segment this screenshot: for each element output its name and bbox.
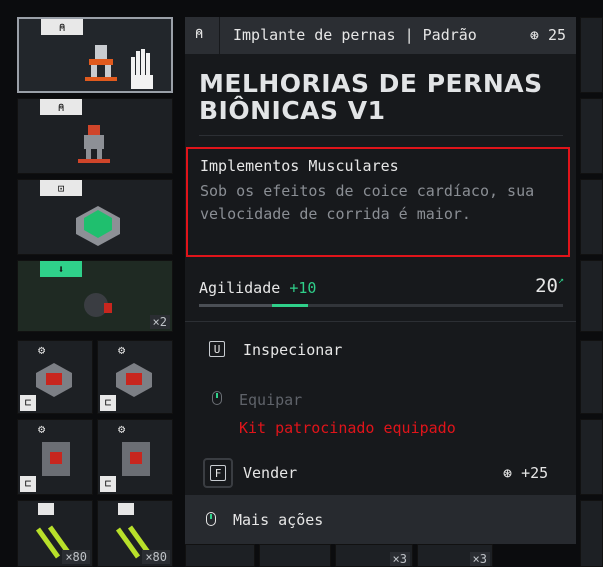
sell-price-value: +25 <box>521 464 549 482</box>
inventory-slot-partial[interactable] <box>580 17 603 93</box>
chip-tag-icon: ⚙ <box>38 343 46 357</box>
inventory-slot-partial[interactable] <box>580 179 603 255</box>
leg-implant-icon: ⍝ <box>195 26 204 42</box>
inventory-slot-partial[interactable] <box>259 544 331 567</box>
installed-icon: ⊏ <box>20 395 36 411</box>
perk-box: Implementos Musculares Sob os efeitos de… <box>186 147 570 257</box>
item-quantity: ×3 <box>389 552 410 566</box>
divider <box>199 135 563 136</box>
inventory-slot-leg-implant[interactable]: ⍝ <box>17 98 173 174</box>
item-name: MELHORIAS DE PERNAS BIÔNICAS V1 <box>199 69 543 125</box>
green-module-icon <box>68 200 128 248</box>
leg-implant-tag-icon: ⍝ <box>40 99 82 115</box>
bionic-legs-icon <box>74 121 114 165</box>
perk-description: Sob os efeitos de coice cardíaco, sua ve… <box>200 182 535 223</box>
chip-tag-icon: ⚙ <box>118 343 126 357</box>
key-u-icon: U <box>209 341 225 357</box>
cost-value: 25 <box>547 26 566 44</box>
increase-arrow-icon: ↗ <box>557 275 564 286</box>
item-quantity: ×80 <box>62 550 90 564</box>
more-actions-label: Mais ações <box>233 511 324 529</box>
new-item-tag-icon: ⬇ <box>40 261 82 277</box>
ammo-tag-icon <box>38 503 54 515</box>
inventory-slot-chip[interactable]: ⚙ ⊏ <box>97 340 173 414</box>
item-category: Implante de pernas | Padrão <box>233 26 477 44</box>
inventory-slot-cyberware[interactable]: ⊡ <box>17 179 173 255</box>
stat-bonus: +10 <box>289 279 317 297</box>
stat-label: Agilidade <box>199 279 281 297</box>
inventory-slot-partial[interactable]: ×3 <box>335 544 413 567</box>
equip-warning: Kit patrocinado equipado <box>239 419 456 437</box>
equip-action[interactable]: Equipar <box>239 391 302 409</box>
chip-tag-icon: ⚙ <box>38 422 46 436</box>
inventory-slot-partial[interactable] <box>185 544 255 567</box>
item-quantity: ×3 <box>469 552 490 566</box>
inventory-slot-partial[interactable] <box>580 98 603 174</box>
eddies-icon: ⊛ <box>503 464 522 482</box>
item-cost: ⊛ 25 <box>530 26 566 44</box>
ammo-tag-icon <box>118 503 134 515</box>
inventory-slot-ammo[interactable]: ×80 <box>97 500 173 567</box>
key-f-icon: F <box>203 458 233 488</box>
circuit-plate-icon <box>38 438 74 480</box>
installed-icon: ⊏ <box>100 395 116 411</box>
item-quantity: ×80 <box>142 550 170 564</box>
inventory-slot-partial[interactable] <box>580 340 603 414</box>
inventory-slot-ammo[interactable]: ×80 <box>17 500 93 567</box>
mouse-icon <box>206 512 216 526</box>
hand-cursor-icon <box>127 47 155 91</box>
inventory-slot-leg-implant-selected[interactable]: ⍝ <box>17 17 173 93</box>
leg-implant-tag-icon: ⍝ <box>41 19 83 35</box>
inventory-slot-partial[interactable]: ×3 <box>417 544 493 567</box>
inventory-slot-chip[interactable]: ⚙ ⊏ <box>17 419 93 495</box>
inspect-action[interactable]: Inspecionar <box>243 341 342 359</box>
sell-price: ⊛ +25 <box>503 464 548 482</box>
inventory-slot-partial[interactable] <box>580 260 603 332</box>
circuit-plate-icon <box>118 438 154 480</box>
sell-action[interactable]: Vender <box>243 464 297 482</box>
chip-tag-icon: ⚙ <box>118 422 126 436</box>
item-tooltip-panel: ⍝ Implante de pernas | Padrão ⊛ 25 MELHO… <box>185 17 576 544</box>
divider <box>185 321 576 322</box>
stat-value-wrap: 20↗ <box>535 275 564 297</box>
grenade-icon <box>78 283 118 323</box>
key-f-label: F <box>210 465 226 481</box>
header-divider <box>219 17 220 54</box>
red-chip-icon <box>32 359 76 399</box>
tooltip-header: ⍝ Implante de pernas | Padrão ⊛ 25 <box>185 17 576 54</box>
eddies-icon: ⊛ <box>529 26 548 44</box>
stat-bar-increase <box>272 304 308 307</box>
inventory-slot-chip[interactable]: ⚙ ⊏ <box>97 419 173 495</box>
mouse-icon <box>212 391 222 405</box>
inventory-slot-partial[interactable] <box>580 419 603 495</box>
inventory-slot-chip[interactable]: ⚙ ⊏ <box>17 340 93 414</box>
installed-icon: ⊏ <box>20 476 36 492</box>
stat-row: Agilidade +10 <box>199 279 316 297</box>
inventory-slot-partial[interactable] <box>580 500 603 567</box>
perk-title: Implementos Musculares <box>200 157 399 175</box>
stat-bar <box>199 304 563 307</box>
item-quantity: ×2 <box>149 315 170 329</box>
bionic-legs-icon <box>81 43 121 83</box>
installed-icon: ⊏ <box>100 476 116 492</box>
stat-value: 20 <box>535 275 558 297</box>
cyberware-tag-icon: ⊡ <box>40 180 82 196</box>
more-actions-bar[interactable]: Mais ações <box>185 495 576 544</box>
stat-bar-fill <box>199 304 272 307</box>
inventory-slot-grenade[interactable]: ⬇ ×2 <box>17 260 173 332</box>
red-chip-icon <box>112 359 156 399</box>
